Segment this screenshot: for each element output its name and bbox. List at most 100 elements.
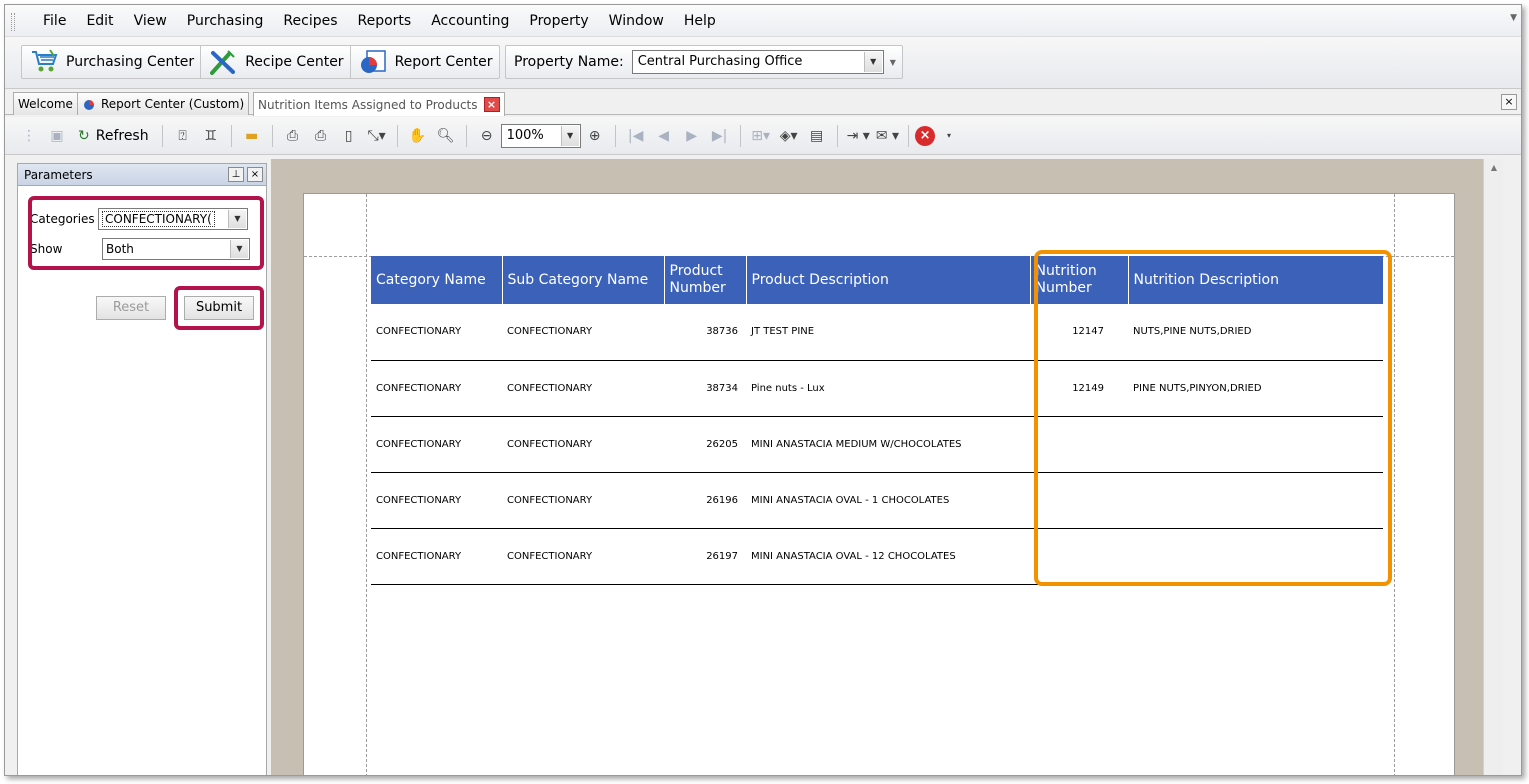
menu-overflow-icon[interactable]: ▼ (1510, 13, 1517, 23)
folder-icon[interactable]: ▬ (241, 124, 263, 148)
chevron-down-icon[interactable]: ▼ (863, 52, 882, 72)
tab-nutrition-items[interactable]: Nutrition Items Assigned to Products × (253, 92, 505, 116)
separator (230, 124, 232, 147)
recipe-center-label: Recipe Center (245, 54, 344, 70)
report-page: Category Name Sub Category Name Product … (303, 193, 1455, 775)
product-description-cell: MINI ANASTACIA OVAL - 12 CHOCOLATES (746, 528, 1030, 585)
menu-edit[interactable]: Edit (76, 13, 123, 29)
margin-guide-right (1394, 194, 1395, 775)
column-header: Product Number (664, 256, 747, 304)
parameters-panel: Parameters ⊥ × Categories CONFECTIONARY(… (17, 163, 267, 775)
subcategory-cell: CONFECTIONARY (502, 416, 664, 473)
last-page-icon[interactable]: ▶| (709, 124, 731, 148)
menu-reports[interactable]: Reports (348, 13, 422, 29)
magnifier-icon[interactable]: 🔍︎ (435, 124, 457, 148)
category-cell: CONFECTIONARY (371, 472, 502, 529)
scale-icon[interactable]: ⤡▾ (366, 124, 388, 148)
product-number-cell: 26205 (664, 416, 746, 473)
menu-window[interactable]: Window (599, 13, 674, 29)
subcategory-cell: CONFECTIONARY (502, 528, 664, 585)
menu-accounting[interactable]: Accounting (421, 13, 519, 29)
report-center-button[interactable]: Report Center (351, 46, 499, 78)
product-description-cell: Pine nuts - Lux (746, 360, 1030, 417)
close-document-icon[interactable]: × (1501, 94, 1517, 110)
subcategory-cell: CONFECTIONARY (502, 472, 664, 529)
purchasing-center-button[interactable]: Purchasing Center (22, 46, 202, 78)
property-name-value: Central Purchasing Office (637, 54, 803, 69)
multipage-icon[interactable]: ⊞▾ (750, 124, 772, 148)
recipe-center-button[interactable]: Recipe Center (201, 46, 351, 78)
menu-file[interactable]: File (33, 13, 76, 29)
column-header: Product Description (746, 256, 1031, 304)
property-name-select[interactable]: Central Purchasing Office ▼ (631, 50, 884, 74)
menu-view[interactable]: View (124, 13, 177, 29)
category-cell: CONFECTIONARY (371, 528, 502, 585)
zoom-out-icon[interactable]: ⊖ (476, 124, 498, 148)
product-number-cell: 26197 (664, 528, 746, 585)
separator (836, 124, 838, 147)
separator (271, 124, 273, 147)
quick-print-icon[interactable]: ⎙ (310, 124, 332, 148)
zoom-value: 100% (506, 127, 544, 143)
zoom-select[interactable]: 100% ▼ (500, 123, 581, 148)
pie-chart-icon (357, 48, 389, 76)
menu-help[interactable]: Help (674, 13, 726, 29)
separator (396, 124, 398, 147)
menu-property[interactable]: Property (519, 13, 598, 29)
submit-highlight (174, 286, 264, 330)
separator (739, 124, 741, 147)
print-icon[interactable]: ⎙ (282, 124, 304, 148)
refresh-button[interactable]: ↻ Refresh (74, 124, 153, 148)
vertical-scrollbar[interactable]: ▲ (1483, 159, 1504, 775)
toolbar-overflow-icon[interactable]: ▼ (884, 58, 902, 67)
export-icon[interactable]: ⇥ ▾ (847, 124, 870, 148)
category-cell: CONFECTIONARY (371, 304, 502, 361)
separator (614, 124, 616, 147)
watermark-icon[interactable]: ▤ (806, 124, 828, 148)
report-center-label: Report Center (394, 54, 493, 70)
product-description-cell: JT TEST PINE (746, 304, 1030, 361)
chevron-down-icon[interactable]: ▼ (560, 125, 579, 146)
background-color-icon[interactable]: ◈▾ (778, 124, 800, 148)
report-toolbar: ⋮ ▣ ↻ Refresh ⍰ ♊ ▬ ⎙ ⎙ ▯ ⤡▾ ✋ 🔍︎ ⊖ 100%… (5, 117, 1521, 155)
column-header: Sub Category Name (502, 256, 665, 304)
menubar-grip[interactable] (11, 13, 15, 31)
refresh-label: Refresh (95, 127, 149, 144)
scroll-up-icon[interactable]: ▲ (1484, 159, 1504, 177)
separator (465, 124, 467, 147)
shopping-cart-icon (28, 48, 60, 76)
fork-knife-icon (207, 48, 239, 76)
parameters-toggle-icon[interactable]: ⍰ (172, 124, 194, 148)
tab-welcome[interactable]: Welcome (13, 92, 78, 115)
pin-icon[interactable]: ⊥ (228, 167, 244, 182)
close-icon[interactable]: × (247, 167, 263, 182)
binoculars-icon[interactable]: ♊ (200, 124, 222, 148)
close-tab-icon[interactable]: × (483, 97, 500, 112)
email-icon[interactable]: ✉ ▾ (876, 124, 899, 148)
property-name-label: Property Name: (514, 54, 624, 70)
subcategory-cell: CONFECTIONARY (502, 304, 664, 361)
menu-recipes[interactable]: Recipes (273, 13, 347, 29)
reset-button[interactable]: Reset (96, 296, 166, 320)
center-buttons: Purchasing Center Recipe Center Report C… (21, 45, 500, 79)
product-number-cell: 26196 (664, 472, 746, 529)
zoom-in-icon[interactable]: ⊕ (584, 124, 606, 148)
parameters-title: Parameters (24, 168, 93, 182)
menu-purchasing[interactable]: Purchasing (177, 13, 274, 29)
refresh-icon: ↻ (78, 127, 90, 144)
toolbar-overflow-icon[interactable]: ▾ (938, 124, 960, 148)
category-cell: CONFECTIONARY (371, 360, 502, 417)
column-header: Category Name (371, 256, 503, 304)
next-page-icon[interactable]: ▶ (681, 124, 703, 148)
previous-page-icon[interactable]: ◀ (653, 124, 675, 148)
first-page-icon[interactable]: |◀ (625, 124, 647, 148)
category-cell: CONFECTIONARY (371, 416, 502, 473)
save-icon[interactable]: ▣ (46, 124, 68, 148)
page-setup-icon[interactable]: ▯ (338, 124, 360, 148)
tab-report-center[interactable]: Report Center (Custom) (77, 92, 250, 115)
report-viewer[interactable]: Category Name Sub Category Name Product … (271, 159, 1504, 775)
close-report-icon[interactable]: × (915, 125, 936, 146)
product-number-cell: 38734 (664, 360, 746, 417)
app-window: File Edit View Purchasing Recipes Report… (4, 4, 1522, 776)
hand-tool-icon[interactable]: ✋ (407, 124, 429, 148)
